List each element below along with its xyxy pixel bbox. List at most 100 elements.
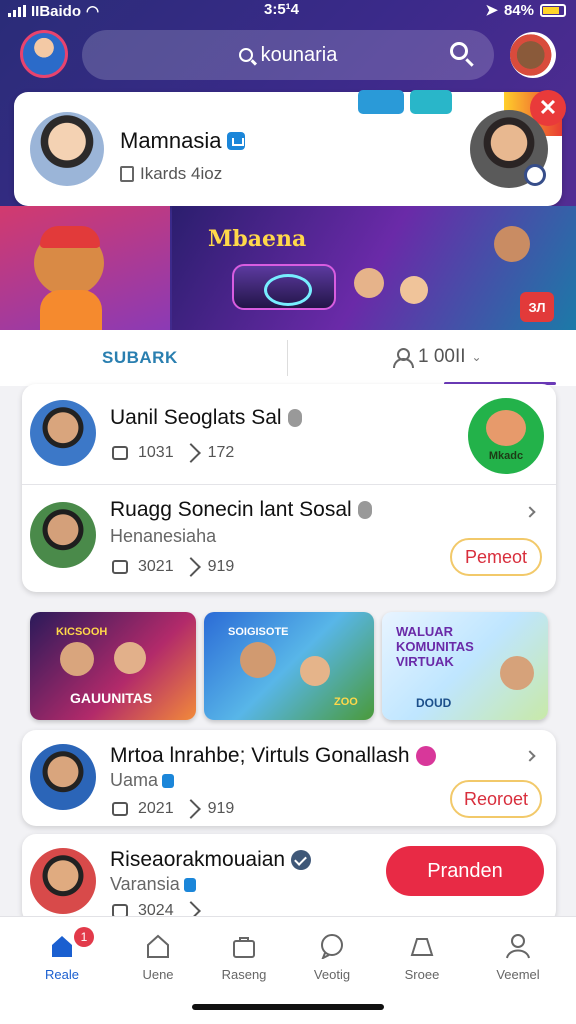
share-icon bbox=[180, 557, 201, 577]
person-image bbox=[400, 276, 428, 304]
tag-badge bbox=[358, 90, 404, 114]
person-icon bbox=[392, 348, 414, 368]
mascot-body bbox=[40, 290, 102, 330]
search-text: kounaria bbox=[260, 43, 338, 66]
person-image bbox=[60, 642, 94, 676]
person-image bbox=[240, 642, 276, 678]
nav-label: Sroee bbox=[404, 967, 440, 982]
console-image bbox=[232, 264, 336, 310]
chevron-down-icon: ⌄ bbox=[471, 350, 482, 364]
mascot-avatar[interactable] bbox=[510, 32, 556, 78]
home-icon bbox=[49, 933, 75, 959]
nav-label: Uene bbox=[142, 967, 174, 982]
row-avatar[interactable] bbox=[30, 400, 96, 466]
person-image bbox=[494, 226, 530, 262]
search-button[interactable] bbox=[448, 40, 476, 68]
row-subtitle-text: Uama bbox=[110, 770, 159, 790]
thumbnail-label: SOIGISOTE bbox=[228, 626, 289, 638]
nav-label: Veotig bbox=[313, 967, 351, 982]
status-bar: IIBaido ◠ 3:5¹4 ➤ 84% bbox=[0, 0, 576, 22]
banner-badge: ЗЛ bbox=[520, 292, 554, 322]
join-button[interactable]: Pemeot bbox=[450, 538, 542, 576]
signal-icon bbox=[8, 5, 26, 17]
thumbnail-caption: ZOO bbox=[334, 696, 358, 708]
person-image bbox=[114, 642, 146, 674]
logo-label: Mkadc bbox=[488, 450, 524, 462]
community-thumbnail[interactable]: WALUAR KOMUNITAS VIRTUAK DOUD bbox=[382, 612, 548, 720]
thumbnail-label: KICSOOH bbox=[56, 626, 108, 638]
share-count: 919 bbox=[207, 558, 235, 575]
thumbnail-title: WALUAR KOMUNITAS VIRTUAK bbox=[396, 624, 474, 669]
chevron-right-icon[interactable] bbox=[524, 506, 536, 518]
mascot-hat bbox=[40, 226, 100, 248]
community-thumbnail[interactable]: SOIGISOTE ZOO bbox=[204, 612, 374, 720]
community-logo[interactable]: Mkadc bbox=[468, 398, 544, 474]
row-subtitle: Henanesiaha bbox=[110, 526, 217, 546]
community-card[interactable]: Mrtoa lnrahbe; Virtuls Gonallash Uama 20… bbox=[22, 730, 556, 826]
tab-bar: SUBARK 1 00II ⌄ bbox=[0, 330, 576, 386]
list-item-title[interactable]: Riseaorakmouaian bbox=[110, 848, 312, 872]
search-input[interactable]: kounaria bbox=[82, 30, 494, 80]
row-title-text: Riseaorakmouaian bbox=[110, 848, 286, 871]
primary-action-button[interactable]: Pranden bbox=[386, 846, 544, 896]
home-indicator[interactable] bbox=[192, 1004, 384, 1010]
row-subtitle: Varansia bbox=[110, 874, 196, 895]
profile-icon bbox=[505, 933, 531, 959]
lock-icon bbox=[357, 501, 372, 519]
row-stats: 2021 919 bbox=[112, 799, 235, 819]
share-icon bbox=[180, 799, 201, 819]
nav-store[interactable]: Sroee bbox=[382, 933, 462, 982]
community-thumbnail[interactable]: KICSOOH GAUUNITAS bbox=[30, 612, 196, 720]
nav-chat[interactable]: Veotig bbox=[292, 933, 372, 982]
row-avatar[interactable] bbox=[30, 848, 96, 914]
tag-badge bbox=[410, 90, 452, 114]
comment-icon bbox=[112, 446, 128, 460]
wifi-icon: ◠ bbox=[86, 3, 100, 20]
divider bbox=[22, 484, 556, 485]
tab-followers[interactable]: 1 00II ⌄ bbox=[392, 346, 482, 368]
nav-profile[interactable]: Veemel bbox=[478, 933, 558, 982]
search-icon bbox=[238, 48, 253, 62]
verified-icon bbox=[183, 877, 196, 892]
tab-divider bbox=[287, 340, 288, 376]
banner-title: Mbaena bbox=[208, 226, 307, 252]
profile-name: Mamnasia bbox=[120, 128, 222, 153]
profile-sub-row: Ikards 4ioz bbox=[120, 164, 222, 184]
join-button[interactable]: Reoroet bbox=[450, 780, 542, 818]
battery-icon bbox=[540, 3, 566, 17]
row-title-text: Mrtoa lnrahbe; Virtuls Gonallash bbox=[110, 744, 410, 767]
profile-name-row: Mamnasia bbox=[120, 128, 246, 154]
user-avatar[interactable] bbox=[20, 30, 68, 78]
location-icon: ➤ bbox=[485, 2, 498, 19]
comment-icon bbox=[112, 560, 128, 574]
person-image bbox=[354, 268, 384, 298]
nav-label: Veemel bbox=[496, 967, 540, 982]
nav-explore[interactable]: Uene bbox=[118, 933, 198, 982]
community-list: Uanil Seoglats Sal 1031 172 Mkadc Ruagg … bbox=[22, 384, 556, 592]
verified-icon bbox=[291, 850, 312, 870]
verified-icon bbox=[227, 132, 246, 150]
profile-photo bbox=[30, 112, 104, 186]
mascot-icon bbox=[486, 410, 526, 446]
house-outline-icon bbox=[145, 933, 171, 959]
profile-card[interactable]: ✕ Mamnasia Ikards 4ioz bbox=[14, 90, 566, 206]
promo-banner[interactable]: Mbaena ЗЛ bbox=[0, 206, 576, 330]
profile-sub: Ikards 4ioz bbox=[140, 164, 223, 183]
row-avatar[interactable] bbox=[30, 744, 96, 810]
person-image bbox=[300, 656, 330, 686]
share-count: 919 bbox=[207, 800, 235, 817]
row-title-text: Uanil Seoglats Sal bbox=[110, 406, 282, 429]
row-subtitle: Uama bbox=[110, 770, 175, 791]
tab-search[interactable]: SUBARK bbox=[102, 348, 178, 368]
document-icon bbox=[120, 166, 134, 182]
chat-bubble-icon bbox=[319, 933, 345, 961]
row-avatar[interactable] bbox=[30, 502, 96, 568]
lock-icon bbox=[287, 409, 302, 427]
chevron-right-icon[interactable] bbox=[524, 750, 536, 762]
nav-bag[interactable]: Raseng bbox=[204, 933, 284, 982]
list-item-title[interactable]: Ruagg Sonecin lant Sosal bbox=[110, 498, 372, 522]
nav-label: Reale bbox=[45, 967, 79, 982]
list-item-title[interactable]: Mrtoa lnrahbe; Virtuls Gonallash bbox=[110, 744, 436, 768]
comment-count: 1031 bbox=[138, 444, 174, 461]
list-item-title[interactable]: Uanil Seoglats Sal bbox=[110, 406, 302, 430]
